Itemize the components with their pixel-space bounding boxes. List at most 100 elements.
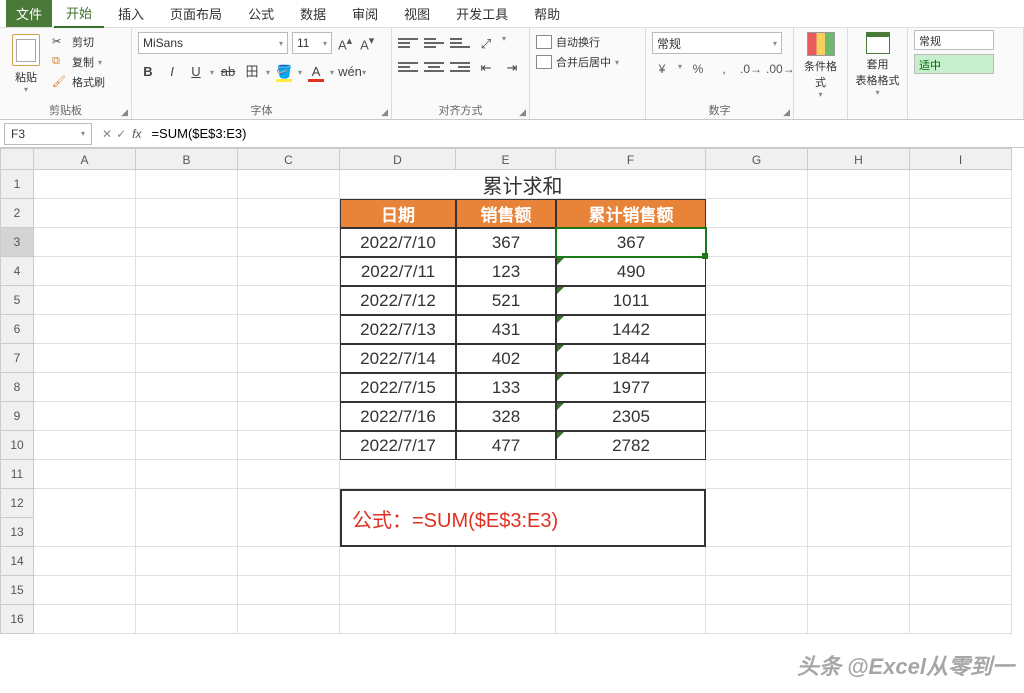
column-header-G[interactable]: G [706,148,808,170]
cell-I8[interactable] [910,373,1012,402]
cell-D7[interactable]: 2022/7/14 [340,344,456,373]
fx-icon[interactable]: fx [132,127,141,141]
cell-C2[interactable] [238,199,340,228]
cell-A3[interactable] [34,228,136,257]
border-button[interactable]: 田 [242,62,262,82]
row-header-2[interactable]: 2 [0,199,34,228]
cell-A12[interactable] [34,489,136,547]
cell-I16[interactable] [910,605,1012,634]
italic-button[interactable]: I [162,62,182,82]
formula-input[interactable] [149,124,1024,143]
align-top-button[interactable] [398,34,418,52]
cell-C7[interactable] [238,344,340,373]
increase-decimal-button[interactable]: .0→ [740,62,760,80]
cell-E9[interactable]: 328 [456,402,556,431]
cell-C11[interactable] [238,460,340,489]
cell-B16[interactable] [136,605,238,634]
cell-I12[interactable] [910,489,1012,547]
wrap-text-button[interactable]: 自动换行 [536,34,639,50]
cell-I1[interactable] [910,170,1012,199]
row-header-1[interactable]: 1 [0,170,34,199]
cell-B12[interactable] [136,489,238,547]
row-header-5[interactable]: 5 [0,286,34,315]
number-format-select[interactable]: 常规▾ [652,32,782,54]
cell-A11[interactable] [34,460,136,489]
align-bottom-button[interactable] [450,34,470,52]
underline-button[interactable]: U [186,62,206,82]
cell-I6[interactable] [910,315,1012,344]
decrease-decimal-button[interactable]: .00→ [766,62,786,80]
cell-E10[interactable]: 477 [456,431,556,460]
cell-F4[interactable]: 490 [556,257,706,286]
name-box[interactable]: F3▾ [4,123,92,145]
column-header-F[interactable]: F [556,148,706,170]
cell-G15[interactable] [706,576,808,605]
cell-B8[interactable] [136,373,238,402]
tab-view[interactable]: 视图 [392,0,442,27]
cell-F2[interactable]: 累计销售额 [556,199,706,228]
cell-C9[interactable] [238,402,340,431]
cancel-formula-button[interactable]: ✕ [102,127,112,141]
font-name-select[interactable]: MiSans▾ [138,32,288,54]
table-format-button[interactable]: 套用 表格格式 ▾ [848,28,908,119]
cell-A9[interactable] [34,402,136,431]
cell-C12[interactable] [238,489,340,547]
font-color-button[interactable]: A [306,62,326,82]
cell-D11[interactable] [340,460,456,489]
file-tab[interactable]: 文件 [6,0,52,27]
paste-button[interactable]: 粘贴 ▾ [6,30,46,105]
cell-E5[interactable]: 521 [456,286,556,315]
cell-B5[interactable] [136,286,238,315]
cell-G11[interactable] [706,460,808,489]
cell-B3[interactable] [136,228,238,257]
tab-review[interactable]: 审阅 [340,0,390,27]
cell-B10[interactable] [136,431,238,460]
column-header-A[interactable]: A [34,148,136,170]
row-header-11[interactable]: 11 [0,460,34,489]
cell-F14[interactable] [556,547,706,576]
cell-D4[interactable]: 2022/7/11 [340,257,456,286]
cell-G3[interactable] [706,228,808,257]
cell-G14[interactable] [706,547,808,576]
cell-H1[interactable] [808,170,910,199]
cell-G6[interactable] [706,315,808,344]
cell-G1[interactable] [706,170,808,199]
cell-G2[interactable] [706,199,808,228]
cell-C14[interactable] [238,547,340,576]
cell-F15[interactable] [556,576,706,605]
cell-H15[interactable] [808,576,910,605]
title-cell[interactable]: 累计求和 [340,170,706,199]
row-header-13[interactable]: 13 [0,518,34,547]
confirm-formula-button[interactable]: ✓ [116,127,126,141]
row-header-9[interactable]: 9 [0,402,34,431]
cell-I2[interactable] [910,199,1012,228]
column-header-C[interactable]: C [238,148,340,170]
cell-D10[interactable]: 2022/7/17 [340,431,456,460]
cell-G16[interactable] [706,605,808,634]
cell-D5[interactable]: 2022/7/12 [340,286,456,315]
cell-F9[interactable]: 2305 [556,402,706,431]
cell-F7[interactable]: 1844 [556,344,706,373]
cell-H8[interactable] [808,373,910,402]
cell-B6[interactable] [136,315,238,344]
selected-cell[interactable]: 367 [556,228,706,257]
cell-E15[interactable] [456,576,556,605]
cell-H3[interactable] [808,228,910,257]
cell-E2[interactable]: 销售额 [456,199,556,228]
style-normal[interactable]: 常规 [914,30,994,50]
cell-D9[interactable]: 2022/7/16 [340,402,456,431]
row-header-8[interactable]: 8 [0,373,34,402]
cell-C3[interactable] [238,228,340,257]
cell-E4[interactable]: 123 [456,257,556,286]
select-all-corner[interactable] [0,148,34,170]
launcher-icon[interactable]: ◢ [519,107,526,118]
cell-C8[interactable] [238,373,340,402]
tab-data[interactable]: 数据 [288,0,338,27]
row-header-14[interactable]: 14 [0,547,34,576]
cell-A7[interactable] [34,344,136,373]
cell-F5[interactable]: 1011 [556,286,706,315]
cell-H14[interactable] [808,547,910,576]
cell-G4[interactable] [706,257,808,286]
cell-B14[interactable] [136,547,238,576]
row-header-12[interactable]: 12 [0,489,34,518]
